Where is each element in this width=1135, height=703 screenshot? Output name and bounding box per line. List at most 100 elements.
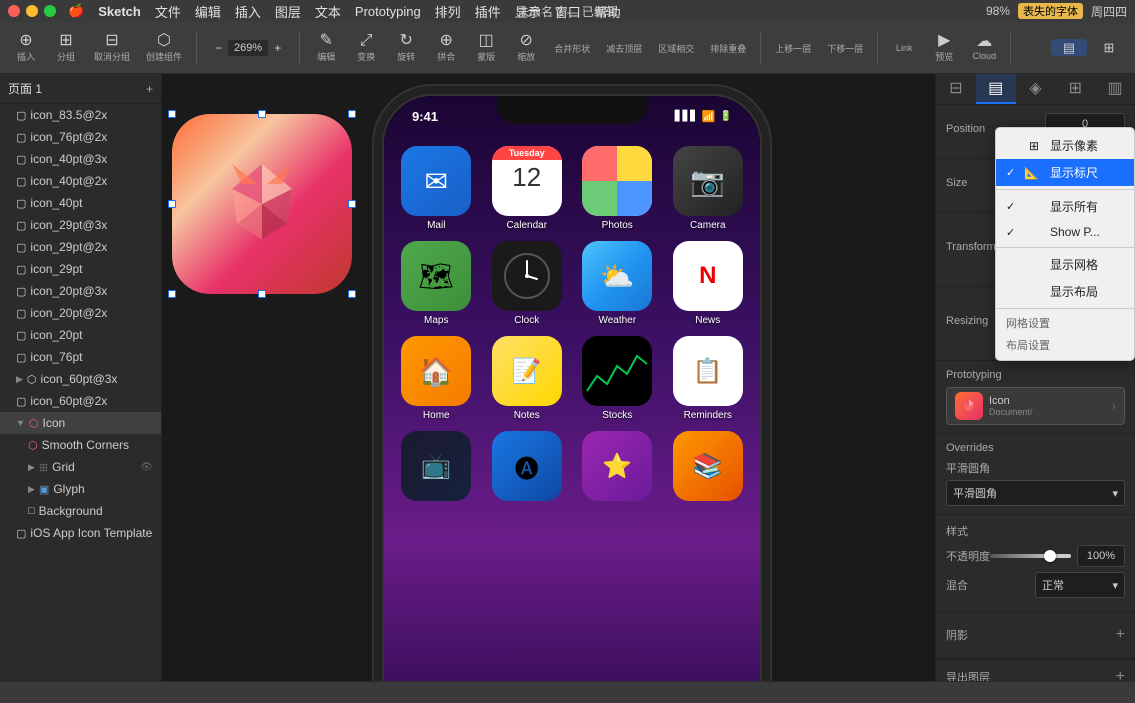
tab-inspect[interactable]: ▤ bbox=[976, 74, 1016, 104]
menu-plugins[interactable]: 插件 bbox=[475, 2, 501, 21]
tab-align[interactable]: ⊟ bbox=[936, 74, 976, 104]
close-button[interactable] bbox=[8, 5, 20, 17]
edit-button[interactable]: ✎ 编辑 bbox=[308, 31, 344, 65]
dropdown-show-p[interactable]: ✓ Show P... bbox=[996, 220, 1134, 244]
selection-handle-tl[interactable] bbox=[168, 110, 176, 118]
tab-extra[interactable]: ▥ bbox=[1095, 74, 1135, 104]
inspector-toggle[interactable]: ▤ bbox=[1051, 39, 1087, 56]
app-cell-clock[interactable]: Clock bbox=[487, 241, 568, 326]
merge-button[interactable]: 合并形状 bbox=[548, 39, 596, 57]
app-cell-calendar[interactable]: Tuesday 12 Calendar bbox=[487, 146, 568, 231]
preview-button[interactable]: ▶ 预览 bbox=[926, 31, 962, 65]
export-add-button[interactable]: + bbox=[1116, 668, 1125, 681]
layer-icon-83[interactable]: ▢ icon_83.5@2x bbox=[0, 104, 161, 126]
layer-icon-20-2x[interactable]: ▢ icon_20pt@2x bbox=[0, 302, 161, 324]
layer-smooth-corners[interactable]: ⬡ Smooth Corners bbox=[0, 434, 161, 456]
dropdown-show-pixels[interactable]: ⊞ 显示像素 bbox=[996, 132, 1134, 159]
tab-grid[interactable]: ⊞ bbox=[1055, 74, 1095, 104]
layer-icon-20-3x[interactable]: ▢ icon_20pt@3x bbox=[0, 280, 161, 302]
app-cell-notes[interactable]: 📝 Notes bbox=[487, 336, 568, 421]
cloud-button[interactable]: ☁ Cloud bbox=[966, 32, 1002, 63]
app-cell-photos[interactable]: Photos bbox=[577, 146, 658, 231]
minimize-button[interactable] bbox=[26, 5, 38, 17]
zoom-value[interactable]: 269% bbox=[228, 40, 268, 56]
menu-edit[interactable]: 编辑 bbox=[195, 2, 221, 21]
app-icon-container[interactable] bbox=[172, 114, 352, 294]
dropdown-popup[interactable]: ⊞ 显示像素 ✓ 📐 显示标尺 ✓ 显示所有 ✓ Show P... bbox=[995, 127, 1135, 361]
mask-button[interactable]: ◫ 蒙版 bbox=[468, 31, 504, 65]
selection-handle-mr[interactable] bbox=[348, 200, 356, 208]
layer-icon-76[interactable]: ▢ icon_76pt bbox=[0, 346, 161, 368]
maximize-button[interactable] bbox=[44, 5, 56, 17]
zoom-minus[interactable]: − bbox=[211, 39, 226, 57]
layer-glyph[interactable]: ▶ ▣ Glyph bbox=[0, 478, 161, 500]
menu-prototyping[interactable]: Prototyping bbox=[355, 4, 421, 19]
app-cell-tv[interactable]: 📺 bbox=[396, 431, 477, 505]
selection-handle-bm[interactable] bbox=[258, 290, 266, 298]
layer-icon-29-3x[interactable]: ▢ icon_29pt@3x bbox=[0, 214, 161, 236]
insert-button[interactable]: ⊕ 插入 bbox=[8, 31, 44, 65]
selection-handle-tr[interactable] bbox=[348, 110, 356, 118]
app-cell-reminders[interactable]: 📋 Reminders bbox=[668, 336, 749, 421]
dropdown-layout-settings[interactable]: 布局设置 bbox=[996, 334, 1134, 356]
selection-handle-br[interactable] bbox=[348, 290, 356, 298]
menu-arrange[interactable]: 排列 bbox=[435, 2, 461, 21]
flatten-button[interactable]: 减去顶层 bbox=[600, 39, 648, 57]
link-button[interactable]: Link bbox=[886, 40, 922, 55]
dropdown-show-all[interactable]: ✓ 显示所有 bbox=[996, 193, 1134, 220]
group-button[interactable]: ⊞ 分组 bbox=[48, 31, 84, 65]
window-controls[interactable] bbox=[8, 5, 56, 17]
combine-button[interactable]: ⊕ 拼合 bbox=[428, 31, 464, 65]
layer-ios-template[interactable]: ▢ iOS App Icon Template bbox=[0, 522, 161, 544]
app-cell-appstore[interactable]: 🅐 bbox=[487, 431, 568, 505]
menu-layer[interactable]: 图层 bbox=[275, 2, 301, 21]
selection-handle-ml[interactable] bbox=[168, 200, 176, 208]
blend-select[interactable]: 正常 ▾ bbox=[1035, 572, 1125, 598]
tab-component[interactable]: ◈ bbox=[1016, 74, 1056, 104]
dropdown-show-layout[interactable]: 显示布局 bbox=[996, 278, 1134, 305]
layer-icon-60-2x[interactable]: ▢ icon_60pt@2x bbox=[0, 390, 161, 412]
move-up-button[interactable]: 上移一层 bbox=[769, 39, 817, 57]
app-cell-maps[interactable]: 🗺 Maps bbox=[396, 241, 477, 326]
menu-insert[interactable]: 插入 bbox=[235, 2, 261, 21]
zoom-control[interactable]: − 269% + bbox=[205, 39, 291, 57]
opacity-slider[interactable] bbox=[990, 554, 1071, 558]
apple-menu-icon[interactable]: 🍎 bbox=[68, 3, 84, 19]
layer-icon-selected[interactable]: ▼ ⬡ Icon bbox=[0, 412, 161, 434]
app-cell-stocks[interactable]: Stocks bbox=[577, 336, 658, 421]
zoom-plus[interactable]: + bbox=[270, 39, 285, 57]
smooth-corners-select[interactable]: 平滑圆角 ▾ bbox=[946, 480, 1125, 506]
add-page-button[interactable]: + bbox=[146, 82, 153, 96]
zoom-fit-button[interactable]: ⊘ 缩放 bbox=[508, 31, 544, 65]
symbols-toggle[interactable]: ⊞ bbox=[1091, 39, 1127, 56]
layer-icon-76-2x[interactable]: ▢ icon_76pt@2x bbox=[0, 126, 161, 148]
ungroup-button[interactable]: ⊟ 取消分组 bbox=[88, 31, 136, 65]
app-cell-weather[interactable]: ⛅ Weather bbox=[577, 241, 658, 326]
app-cell-books[interactable]: 📚 bbox=[668, 431, 749, 505]
rotate-button[interactable]: ↻ 旋转 bbox=[388, 31, 424, 65]
layer-icon-29-2x[interactable]: ▢ icon_29pt@2x bbox=[0, 236, 161, 258]
canvas[interactable]: 9:41 ▋▋▋ 📶 🔋 ✉ bbox=[162, 74, 935, 681]
menu-file[interactable]: 文件 bbox=[155, 2, 181, 21]
page-name[interactable]: 页面 1 bbox=[8, 80, 42, 97]
subtract-button[interactable]: 排除重叠 bbox=[704, 39, 752, 57]
transform-button[interactable]: ⤢ 变换 bbox=[348, 31, 384, 65]
layer-icon-40-2x[interactable]: ▢ icon_40pt@2x bbox=[0, 170, 161, 192]
opacity-value-input[interactable] bbox=[1077, 545, 1125, 567]
move-down-button[interactable]: 下移一层 bbox=[821, 39, 869, 57]
dropdown-show-grid[interactable]: 显示网格 bbox=[996, 251, 1134, 278]
layer-icon-60-3x[interactable]: ▶ ⬡ icon_60pt@3x bbox=[0, 368, 161, 390]
create-component-button[interactable]: ⬡ 创建组件 bbox=[140, 31, 188, 65]
dropdown-show-ruler[interactable]: ✓ 📐 显示标尺 bbox=[996, 159, 1134, 186]
app-cell-starred[interactable]: ⭐ bbox=[577, 431, 658, 505]
app-name[interactable]: Sketch bbox=[98, 4, 141, 19]
app-cell-home[interactable]: 🏠 Home bbox=[396, 336, 477, 421]
layer-icon-40[interactable]: ▢ icon_40pt bbox=[0, 192, 161, 214]
missing-fonts-warning[interactable]: 表失的字体 bbox=[1018, 3, 1083, 19]
intersect-button[interactable]: 区域相交 bbox=[652, 39, 700, 57]
eye-icon[interactable]: 👁 bbox=[140, 462, 153, 473]
app-cell-news[interactable]: N News bbox=[668, 241, 749, 326]
layer-icon-40-3x[interactable]: ▢ icon_40pt@3x bbox=[0, 148, 161, 170]
layer-background[interactable]: □ Background bbox=[0, 500, 161, 522]
shadow-add-button[interactable]: + bbox=[1116, 626, 1125, 644]
